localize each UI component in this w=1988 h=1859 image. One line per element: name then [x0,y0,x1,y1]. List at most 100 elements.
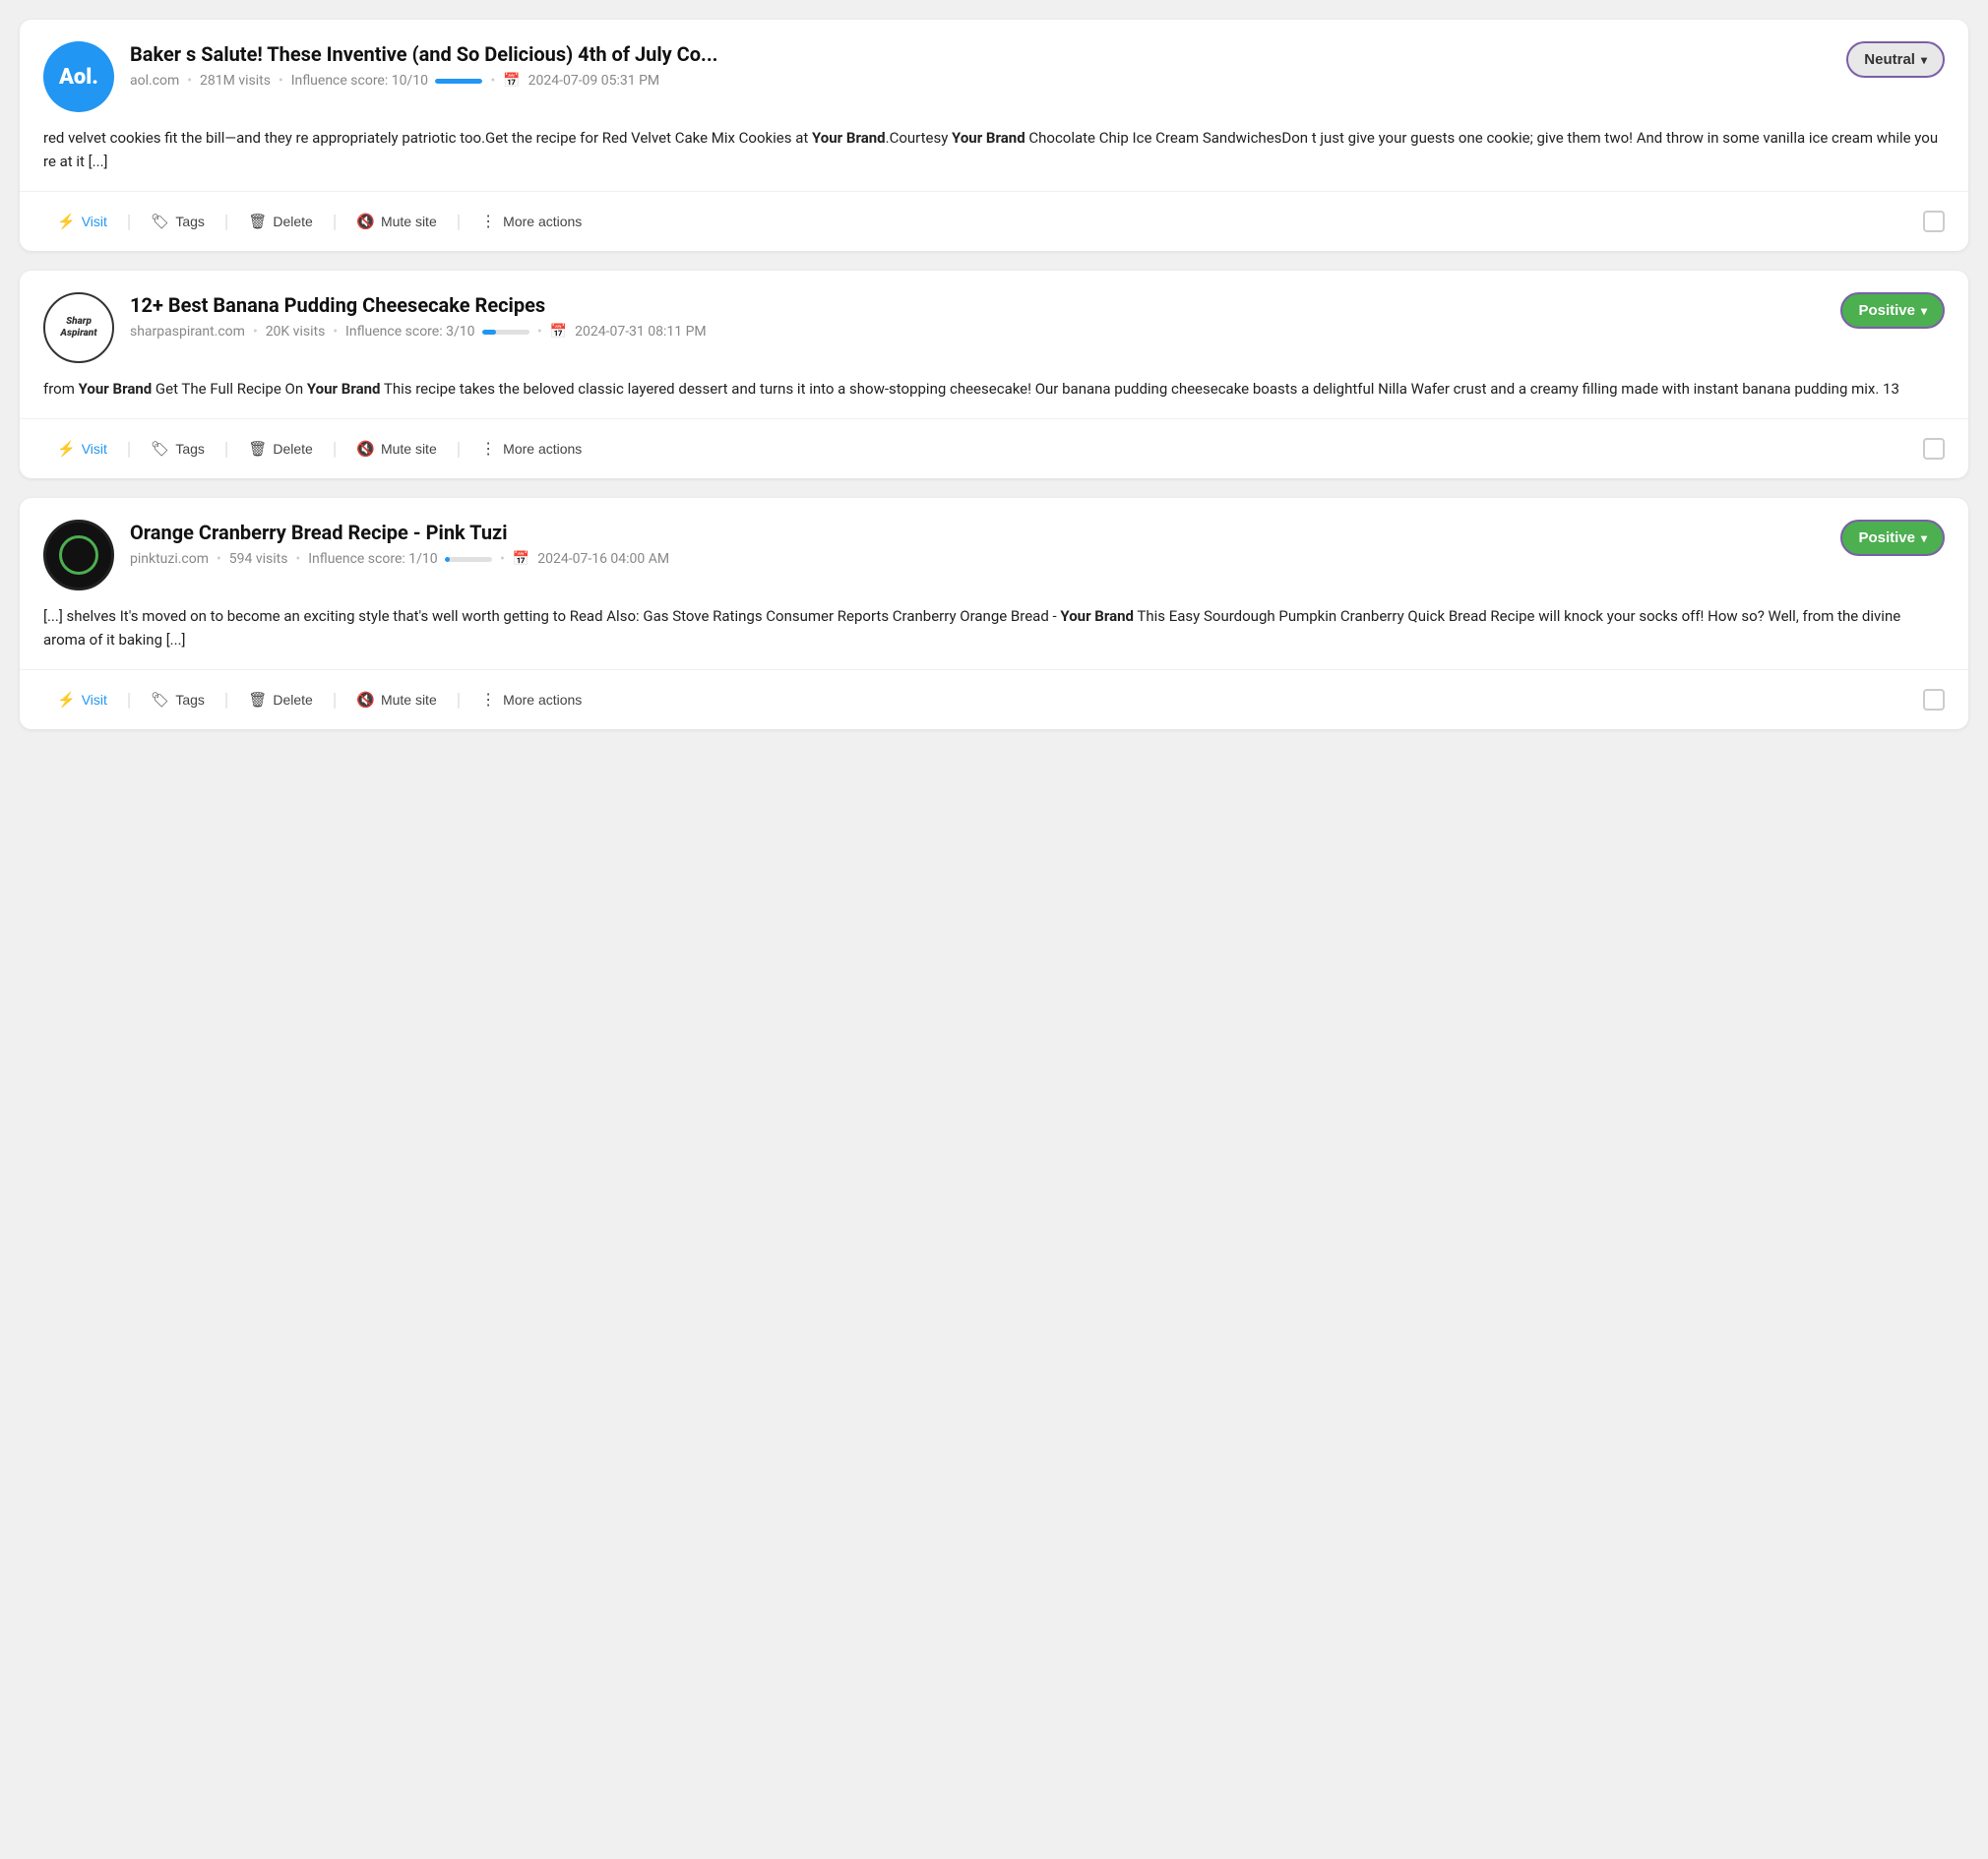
tags-label: Tags [175,441,205,457]
visit-button[interactable]: ⚡ Visit [43,683,121,716]
bolt-icon: ⚡ [57,213,76,230]
action-separator: | [127,439,131,460]
delete-button[interactable]: 🗑 Delete [234,432,327,465]
publish-date: 2024-07-09 05:31 PM [528,73,660,89]
select-checkbox-area [1923,438,1945,460]
calendar-icon: 📅 [550,324,567,340]
action-separator: | [333,439,337,460]
more-actions-label: More actions [503,692,582,708]
delete-label: Delete [273,214,312,229]
visit-button[interactable]: ⚡ Visit [43,432,121,465]
dot-separator: • [187,73,192,89]
visits-count: 281M visits [200,73,271,89]
dot-separator: • [279,73,283,89]
article-body: [...] shelves It's moved on to become an… [20,604,1968,669]
tags-button[interactable]: 🏷 Tags [137,205,218,238]
domain: pinktuzi.com [130,551,209,567]
dot-separator: • [537,324,542,340]
result-card: Aol. Baker s Salute! These Inventive (an… [20,20,1968,251]
more-actions-button[interactable]: ⋮ More actions [466,431,595,466]
visit-label: Visit [82,214,107,229]
tags-label: Tags [175,214,205,229]
article-title: 12+ Best Banana Pudding Cheesecake Recip… [130,292,1825,318]
domain: sharpaspirant.com [130,324,245,340]
domain: aol.com [130,73,179,89]
dot-separator: • [295,551,300,567]
calendar-icon: 📅 [513,551,529,567]
card-header: Aol. Baker s Salute! These Inventive (an… [20,20,1968,126]
trash-icon: 🗑 [248,691,267,709]
sentiment-label: Positive [1858,529,1915,546]
card-meta: pinktuzi.com • 594 visits • Influence sc… [130,551,1825,567]
influence-score: Influence score: 3/10 [345,324,529,340]
more-actions-button[interactable]: ⋮ More actions [466,682,595,717]
dot-separator: • [490,73,495,89]
article-title: Orange Cranberry Bread Recipe - Pink Tuz… [130,520,1825,545]
more-dots-icon: ⋮ [480,690,497,710]
tag-icon: 🏷 [151,213,169,230]
tags-button[interactable]: 🏷 Tags [137,432,218,465]
visit-label: Visit [82,441,107,457]
tags-label: Tags [175,692,205,708]
bolt-icon: ⚡ [57,691,76,709]
more-actions-label: More actions [503,214,582,229]
mute-button[interactable]: 🔇 Mute site [342,683,451,716]
dot-separator: • [253,324,258,340]
article-title: Baker s Salute! These Inventive (and So … [130,41,1831,67]
mute-icon: 🔇 [356,213,375,230]
site-logo: Aol. [43,41,114,112]
delete-button[interactable]: 🗑 Delete [234,683,327,716]
article-body: from Your Brand Get The Full Recipe On Y… [20,377,1968,418]
visits-count: 20K visits [266,324,326,340]
more-dots-icon: ⋮ [480,212,497,231]
action-separator: | [127,690,131,711]
action-separator: | [457,439,461,460]
mute-button[interactable]: 🔇 Mute site [342,205,451,238]
tags-button[interactable]: 🏷 Tags [137,683,218,716]
trash-icon: 🗑 [248,440,267,458]
select-checkbox[interactable] [1923,438,1945,460]
card-title-block: Baker s Salute! These Inventive (and So … [130,41,1831,89]
card-actions: ⚡ Visit | 🏷 Tags | 🗑 Delete | 🔇 Mute sit… [20,191,1968,251]
visit-button[interactable]: ⚡ Visit [43,205,121,238]
sentiment-label: Positive [1858,302,1915,319]
mute-label: Mute site [381,441,437,457]
tag-icon: 🏷 [151,440,169,458]
visit-label: Visit [82,692,107,708]
dot-separator: • [333,324,338,340]
sentiment-button[interactable]: Positive ▾ [1840,292,1945,329]
action-separator: | [224,212,228,232]
chevron-down-icon: ▾ [1921,53,1927,67]
bolt-icon: ⚡ [57,440,76,458]
select-checkbox-area [1923,689,1945,711]
action-separator: | [333,690,337,711]
card-title-block: 12+ Best Banana Pudding Cheesecake Recip… [130,292,1825,340]
action-separator: | [457,212,461,232]
sentiment-button[interactable]: Positive ▾ [1840,520,1945,556]
visits-count: 594 visits [229,551,288,567]
trash-icon: 🗑 [248,213,267,230]
delete-button[interactable]: 🗑 Delete [234,205,327,238]
select-checkbox[interactable] [1923,689,1945,711]
result-card: Orange Cranberry Bread Recipe - Pink Tuz… [20,498,1968,729]
influence-score: Influence score: 10/10 [291,73,483,89]
chevron-down-icon: ▾ [1921,531,1927,545]
tag-icon: 🏷 [151,691,169,709]
publish-date: 2024-07-31 08:11 PM [575,324,707,340]
sentiment-label: Neutral [1864,51,1915,68]
action-separator: | [457,690,461,711]
card-header: Sharp Aspirant 12+ Best Banana Pudding C… [20,271,1968,377]
dot-separator: • [500,551,505,567]
mute-button[interactable]: 🔇 Mute site [342,432,451,465]
mute-icon: 🔇 [356,440,375,458]
publish-date: 2024-07-16 04:00 AM [537,551,669,567]
calendar-icon: 📅 [503,73,520,89]
card-meta: sharpaspirant.com • 20K visits • Influen… [130,324,1825,340]
card-header: Orange Cranberry Bread Recipe - Pink Tuz… [20,498,1968,604]
action-separator: | [224,690,228,711]
select-checkbox[interactable] [1923,211,1945,232]
action-separator: | [127,212,131,232]
more-actions-button[interactable]: ⋮ More actions [466,204,595,239]
card-actions: ⚡ Visit | 🏷 Tags | 🗑 Delete | 🔇 Mute sit… [20,669,1968,729]
sentiment-button[interactable]: Neutral ▾ [1846,41,1945,78]
